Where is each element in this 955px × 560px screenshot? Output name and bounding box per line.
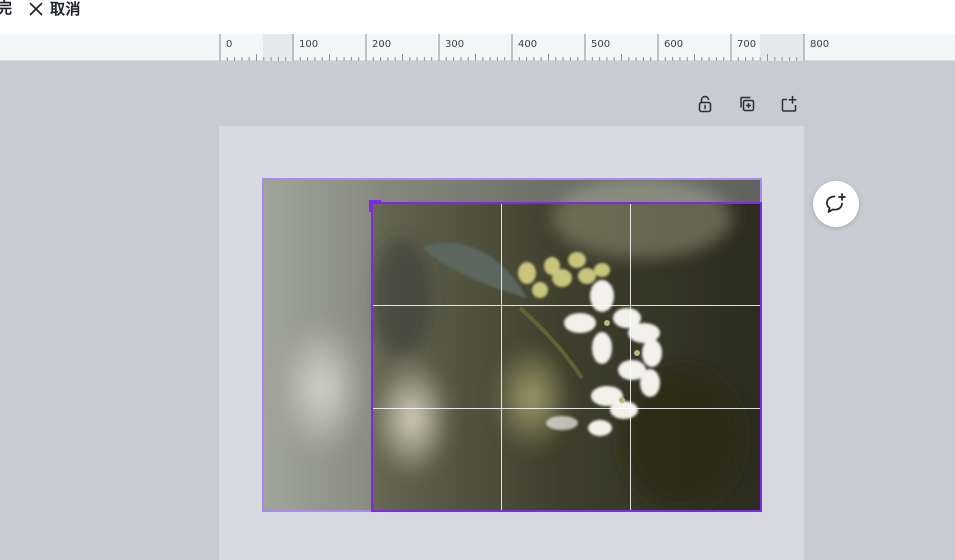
lock-page-button[interactable] (694, 93, 716, 115)
ruler-tick-label: 200 (372, 39, 392, 50)
add-comment-icon (823, 191, 849, 217)
top-toolbar: 完 取消 (0, 0, 955, 34)
crop-grid-line (373, 408, 760, 409)
cancel-button[interactable]: 取消 (28, 0, 81, 18)
ruler-tick-label: 400 (518, 39, 538, 50)
duplicate-icon (737, 94, 757, 114)
crop-grid-line (501, 204, 502, 510)
crop-grid-line (630, 204, 631, 510)
horizontal-ruler: 0 100 200 300 400 500 600 700 800 (0, 34, 955, 61)
ruler-tick-label: 100 (299, 39, 319, 50)
add-comment-button[interactable] (813, 181, 859, 227)
crop-grid-line (373, 305, 760, 306)
ruler-tick-label: 700 (737, 39, 757, 50)
duplicate-page-button[interactable] (736, 93, 758, 115)
ruler-tick-label: 0 (226, 39, 233, 50)
crop-handle-top-left[interactable] (369, 200, 381, 212)
add-page-icon (779, 94, 799, 114)
page-actions (694, 93, 800, 115)
lock-icon (695, 94, 715, 114)
cancel-label: 取消 (50, 0, 82, 18)
ruler-tick-label: 500 (591, 39, 611, 50)
done-button-partial[interactable]: 完 (0, 0, 12, 17)
add-page-button[interactable] (778, 93, 800, 115)
ruler-tick-label: 800 (810, 39, 830, 50)
ruler-tick-label: 300 (445, 39, 465, 50)
ruler-tick-label: 600 (664, 39, 684, 50)
close-icon (28, 1, 44, 17)
crop-selection[interactable] (371, 202, 762, 512)
